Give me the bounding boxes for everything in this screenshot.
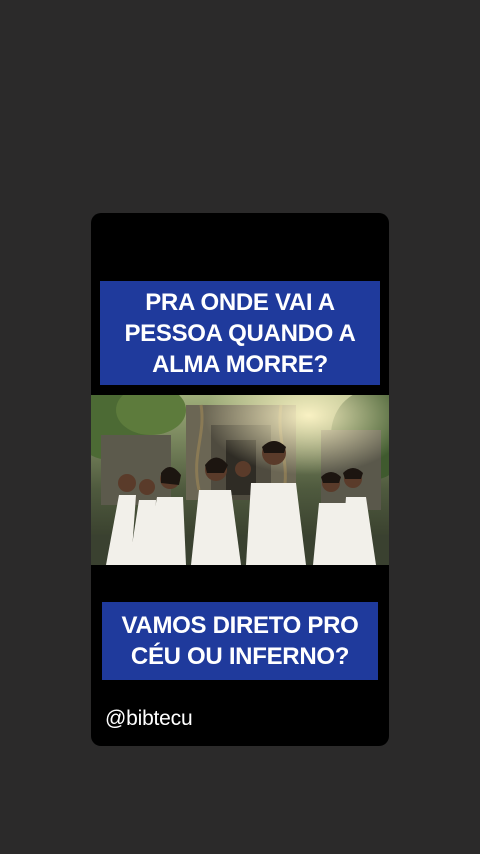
headline-text: PRA ONDE VAI A PESSOA QUANDO A ALMA MORR…	[124, 288, 356, 378]
headline-banner: PRA ONDE VAI A PESSOA QUANDO A ALMA MORR…	[100, 281, 380, 385]
subheadline-text: VAMOS DIRETO PRO CÉU OU INFERNO?	[121, 612, 359, 670]
story-card[interactable]: PRA ONDE VAI A PESSOA QUANDO A ALMA MORR…	[91, 213, 389, 746]
account-handle[interactable]: @bibtecu	[105, 707, 193, 731]
post-photo	[91, 395, 389, 565]
subheadline-banner: VAMOS DIRETO PRO CÉU OU INFERNO?	[102, 602, 378, 680]
